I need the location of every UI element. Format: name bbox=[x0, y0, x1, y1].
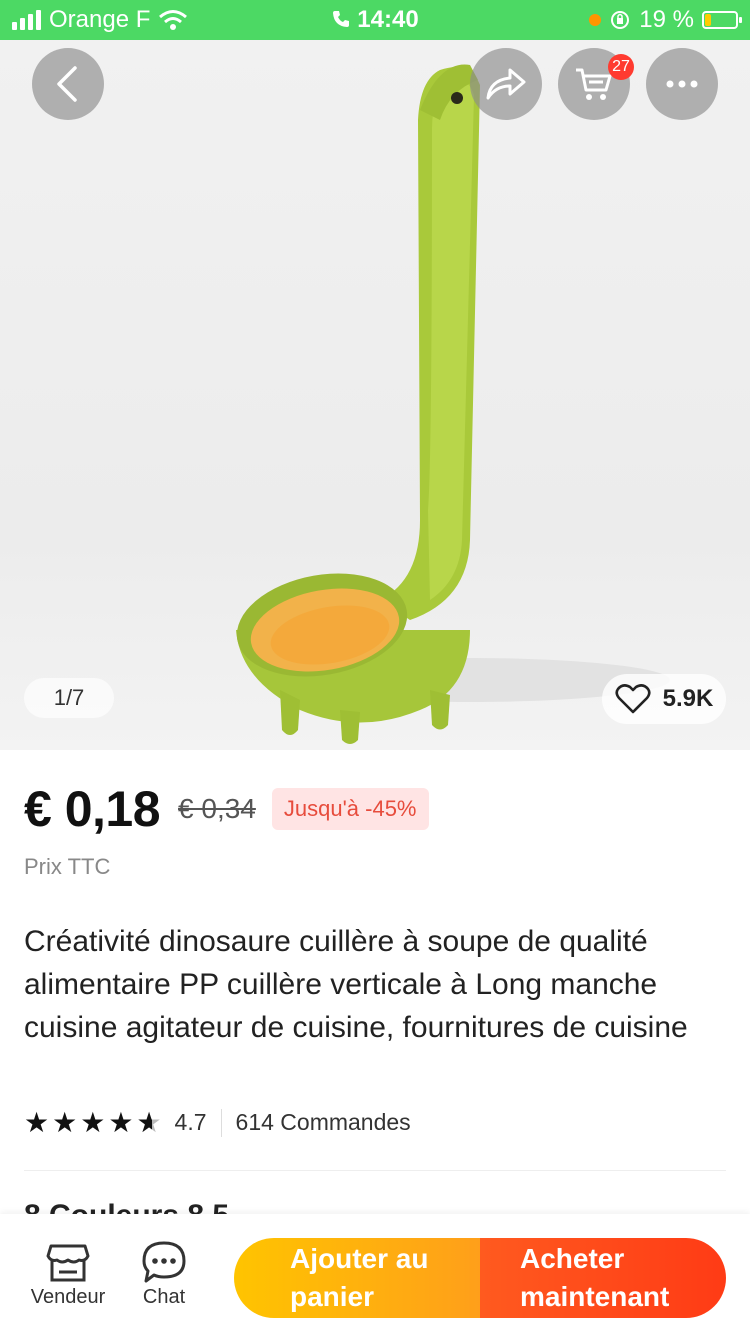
battery-icon bbox=[702, 11, 742, 29]
rating-row[interactable]: ★ ★ ★ ★ ★ ★ 4.7 614 Commandes bbox=[24, 1106, 411, 1139]
rating-stars: ★ ★ ★ ★ ★ ★ bbox=[24, 1106, 163, 1139]
buy-now-button[interactable]: Acheter maintenant bbox=[480, 1238, 726, 1318]
favorite-button[interactable]: 5.9K bbox=[602, 674, 726, 724]
divider bbox=[24, 1170, 726, 1171]
separator bbox=[220, 1108, 222, 1137]
orders-count: 614 Commandes bbox=[235, 1109, 411, 1135]
star-icon: ★ bbox=[108, 1107, 135, 1138]
chat-tab[interactable]: Chat bbox=[124, 1238, 204, 1309]
image-counter: 1/7 bbox=[24, 678, 114, 718]
chevron-left-icon bbox=[57, 66, 77, 102]
rating-value: 4.7 bbox=[174, 1109, 207, 1135]
cart-button[interactable]: 27 bbox=[558, 48, 634, 120]
discount-badge: Jusqu'à -45% bbox=[271, 788, 429, 830]
variants-row-text: 8 Couleurs 8,5 .... bbox=[24, 1199, 271, 1214]
star-icon: ★ bbox=[24, 1107, 51, 1138]
price-row: € 0,18 € 0,34 Jusqu'à -45% bbox=[24, 780, 429, 838]
tax-note: Prix TTC bbox=[24, 854, 111, 879]
chat-label: Chat bbox=[142, 1286, 186, 1308]
orientation-lock-icon bbox=[611, 11, 630, 29]
cart-count-badge: 27 bbox=[608, 54, 634, 80]
variants-row-peek[interactable]: 8 Couleurs 8,5 .... bbox=[24, 1196, 724, 1214]
bottom-action-bar: Vendeur Chat Ajouter au panier Acheter m… bbox=[0, 1214, 750, 1334]
add-to-cart-label: Ajouter au panier bbox=[290, 1243, 429, 1312]
back-button[interactable] bbox=[32, 48, 104, 120]
favorites-count: 5.9K bbox=[662, 685, 714, 712]
vendor-label: Vendeur bbox=[30, 1286, 106, 1308]
more-icon bbox=[666, 80, 698, 88]
current-price: € 0,18 bbox=[24, 781, 161, 837]
store-icon bbox=[46, 1244, 90, 1282]
purchase-buttons: Ajouter au panier Acheter maintenant bbox=[234, 1238, 726, 1318]
chat-icon bbox=[142, 1241, 186, 1283]
add-to-cart-button[interactable]: Ajouter au panier bbox=[234, 1238, 480, 1318]
product-image-gallery[interactable]: 27 1/7 5.9K bbox=[0, 40, 750, 750]
battery-percent: 19 % bbox=[639, 6, 694, 33]
phone-icon bbox=[333, 11, 350, 27]
star-icon: ★ bbox=[52, 1107, 79, 1138]
heart-icon bbox=[615, 684, 651, 714]
half-star-icon: ★ ★ bbox=[136, 1107, 163, 1138]
more-button[interactable] bbox=[646, 48, 718, 120]
mic-indicator-icon bbox=[589, 14, 602, 26]
vendor-tab[interactable]: Vendeur bbox=[28, 1238, 108, 1309]
share-icon bbox=[486, 68, 526, 100]
status-time: 14:40 bbox=[357, 6, 419, 33]
status-bar: Orange F 14:40 19 % bbox=[0, 0, 750, 40]
star-icon: ★ bbox=[80, 1107, 107, 1138]
product-title: Créativité dinosaure cuillère à soupe de… bbox=[24, 925, 688, 1044]
share-button[interactable] bbox=[470, 48, 542, 120]
original-price: € 0,34 bbox=[178, 793, 256, 824]
product-image bbox=[236, 64, 670, 744]
buy-now-label: Acheter maintenant bbox=[520, 1243, 670, 1312]
